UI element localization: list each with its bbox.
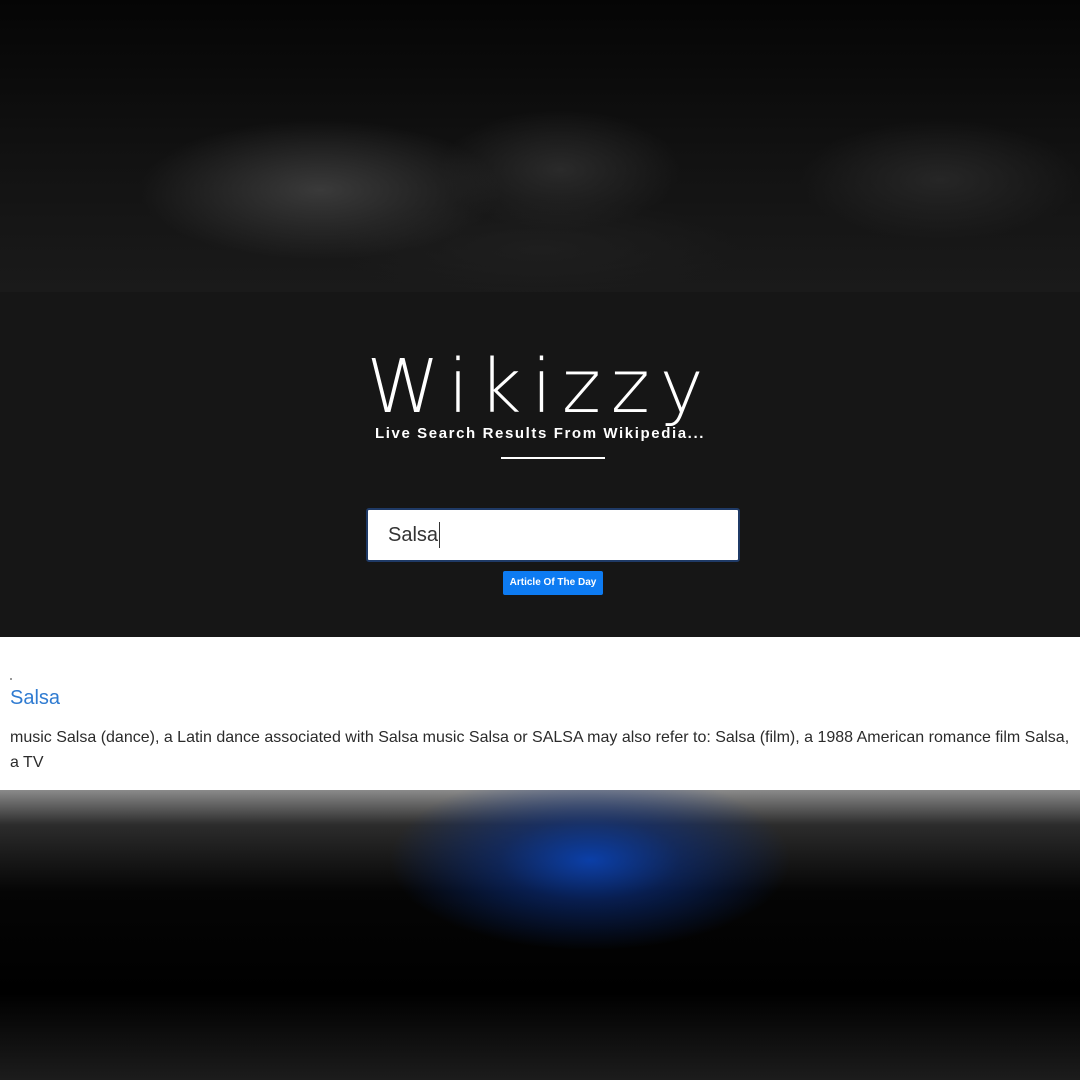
result-marker [10,678,12,680]
tagline-divider [501,457,605,459]
result-snippet: music Salsa (dance), a Latin dance assoc… [10,729,1070,771]
blurred-background-top [0,0,1080,292]
wikizzy-logo: Wikizzy [366,344,714,430]
blurred-background-bottom [0,790,1080,1080]
search-input-value: Salsa [388,523,439,546]
hero-section: Wikizzy Live Search Results From Wikiped… [0,292,1080,637]
screenshot-frame: Wikizzy Live Search Results From Wikiped… [0,0,1080,1080]
search-results: Salsa music Salsa (dance), a Latin dance… [0,637,1080,791]
search-input[interactable]: Salsa [366,508,740,562]
result-title-link[interactable]: Salsa [10,687,60,710]
article-of-the-day-button[interactable]: Article Of The Day [503,571,603,595]
tagline: Live Search Results From Wikipedia... [375,425,705,442]
text-caret [439,522,441,548]
